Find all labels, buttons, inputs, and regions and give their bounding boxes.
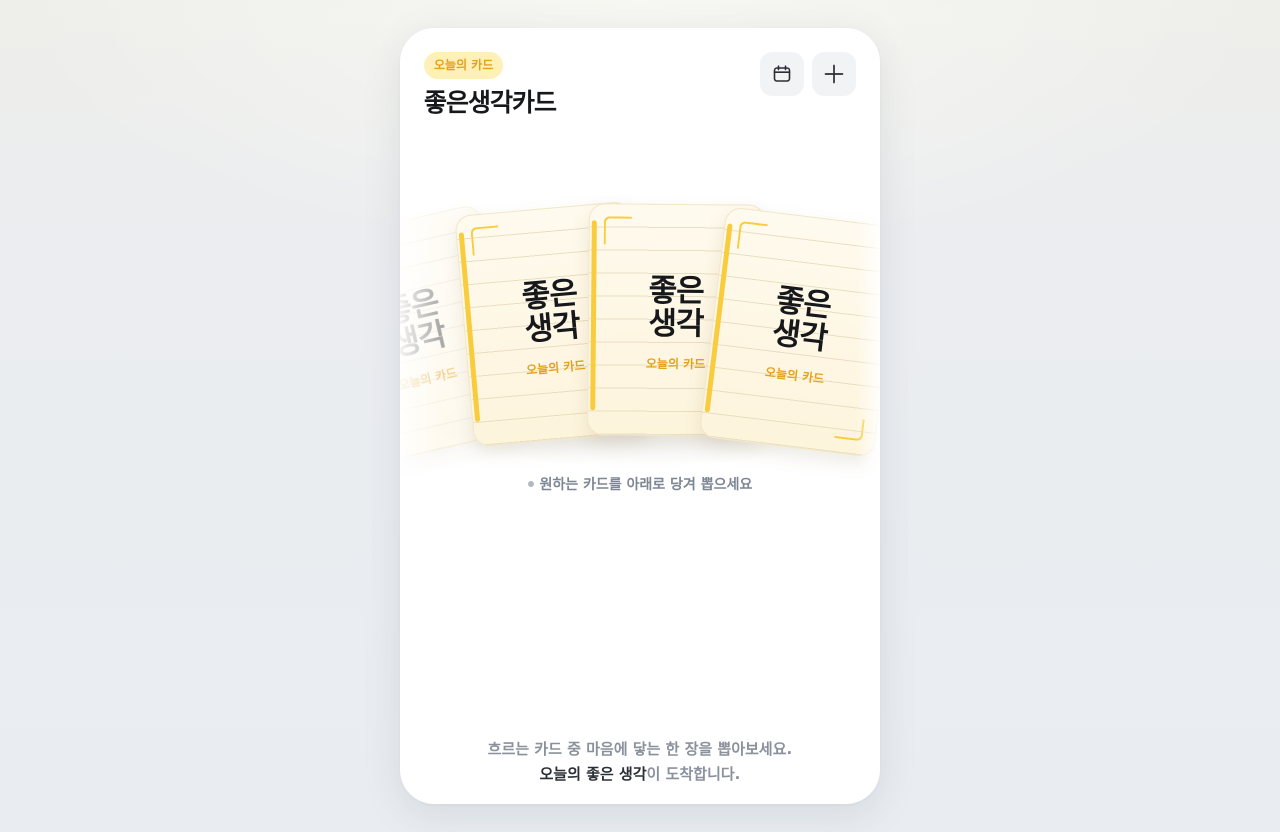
footer-line2-rest: 이 도착합니다. — [646, 765, 741, 783]
carousel-fade-left — [400, 158, 440, 478]
pull-hint: 원하는 카드를 아래로 당겨 뽑으세요 — [400, 474, 880, 494]
footer-highlight: 오늘의 좋은 생각 — [539, 765, 647, 783]
card-corner — [736, 220, 768, 253]
card-3[interactable]: 좋은 생각 오늘의 카드 — [698, 206, 880, 458]
hint-text: 원하는 카드를 아래로 당겨 뽑으세요 — [539, 477, 753, 493]
add-button[interactable] — [812, 52, 856, 96]
footer-line1: 흐르는 카드 중 마음에 닿는 한 장을 뽑아보세요. — [487, 740, 793, 758]
footer-line2: 오늘의 좋은 생각이 도착합니다. — [400, 762, 880, 787]
today-card-badge: 오늘의 카드 — [424, 52, 504, 79]
page-title: 좋은생각카드 — [424, 88, 557, 117]
calendar-icon — [773, 65, 791, 82]
app-window: 오늘의 카드 좋은생각카드 좋은 생각 오늘의 카드 — [400, 28, 880, 804]
footer-message: 흐르는 카드 중 마음에 닿는 한 장을 뽑아보세요. 오늘의 좋은 생각이 도… — [400, 737, 880, 787]
card-corner — [470, 225, 501, 256]
calendar-button[interactable] — [760, 52, 804, 96]
card-corner — [603, 216, 632, 245]
plus-icon — [824, 64, 844, 84]
card-sub: 오늘의 카드 — [764, 365, 825, 387]
card-text: 좋은 생각 — [711, 277, 880, 364]
card-carousel[interactable]: 좋은 생각 오늘의 카드 좋은 생각 오늘의 카드 좋은 생각 오늘의 카드 — [400, 158, 880, 478]
carousel-fade-right — [856, 158, 880, 478]
hint-dot-icon — [527, 481, 534, 487]
